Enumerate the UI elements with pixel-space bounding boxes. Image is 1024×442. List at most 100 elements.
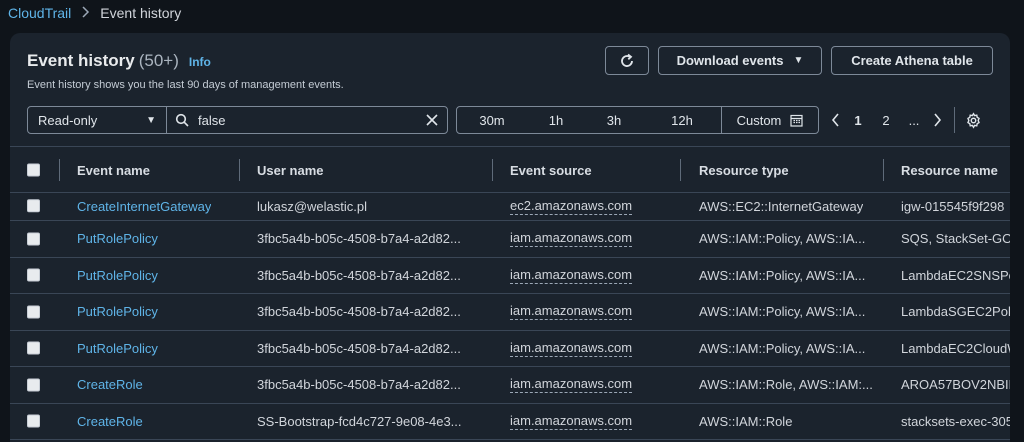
event-source-cell[interactable]: iam.amazonaws.com bbox=[510, 340, 633, 357]
event-count: (50+) bbox=[138, 51, 179, 70]
time-range-1h[interactable]: 1h bbox=[527, 107, 585, 133]
events-table: Event name User name Event source Resour… bbox=[10, 146, 1010, 440]
user-name-cell: 3fbc5a4b-b05c-4508-b7a4-a2d82... bbox=[257, 267, 461, 283]
row-checkbox[interactable] bbox=[27, 378, 40, 392]
create-athena-table-button[interactable]: Create Athena table bbox=[831, 46, 993, 75]
resource-type-cell: AWS::IAM::Policy, AWS::IA... bbox=[699, 304, 866, 320]
time-range-3h[interactable]: 3h bbox=[585, 107, 643, 133]
breadcrumb: CloudTrail Event history bbox=[8, 3, 181, 23]
column-divider bbox=[59, 159, 60, 181]
table-row: CreateInternetGateway lukasz@welastic.pl… bbox=[10, 193, 1010, 221]
column-resource-name[interactable]: Resource name bbox=[901, 147, 998, 193]
event-name-link[interactable]: CreateInternetGateway bbox=[77, 193, 211, 220]
time-range-selector: 30m 1h 3h 12h Custom bbox=[456, 106, 819, 134]
event-source-cell[interactable]: iam.amazonaws.com bbox=[510, 303, 633, 321]
table-row: PutRolePolicy 3fbc5a4b-b05c-4508-b7a4-a2… bbox=[10, 294, 1010, 331]
pager-divider bbox=[954, 107, 955, 133]
row-checkbox[interactable] bbox=[27, 198, 40, 212]
event-source-cell[interactable]: iam.amazonaws.com bbox=[510, 376, 633, 394]
refresh-button[interactable] bbox=[605, 46, 649, 75]
chevron-right-icon[interactable] bbox=[928, 111, 946, 129]
user-name-cell: SS-Bootstrap-fcd4c727-9e08-4e3... bbox=[257, 413, 462, 429]
event-name-link[interactable]: PutRolePolicy bbox=[77, 221, 158, 257]
column-resource-type[interactable]: Resource type bbox=[699, 147, 789, 193]
lookup-attribute-select[interactable]: Read-only ▼ bbox=[27, 106, 167, 134]
time-range-custom[interactable]: Custom bbox=[721, 107, 818, 133]
event-name-link[interactable]: PutRolePolicy bbox=[77, 331, 158, 367]
resource-name-cell: igw-015545f9f298 bbox=[901, 199, 1005, 214]
column-event-name[interactable]: Event name bbox=[77, 147, 150, 193]
column-divider bbox=[883, 159, 884, 181]
row-checkbox[interactable] bbox=[27, 341, 40, 355]
settings-gear-icon[interactable] bbox=[965, 111, 982, 129]
event-name-link[interactable]: PutRolePolicy bbox=[77, 258, 158, 294]
select-all-checkbox[interactable] bbox=[27, 163, 40, 176]
event-source-cell[interactable]: iam.amazonaws.com bbox=[510, 230, 633, 248]
close-icon[interactable] bbox=[425, 113, 439, 127]
page-2[interactable]: 2 bbox=[872, 113, 900, 128]
user-name-cell: 3fbc5a4b-b05c-4508-b7a4-a2d82... bbox=[257, 231, 461, 247]
page-title: Event history bbox=[27, 51, 135, 70]
resource-type-cell: AWS::IAM::Role bbox=[699, 413, 793, 429]
calendar-icon bbox=[790, 114, 803, 127]
search-value: false bbox=[198, 112, 226, 128]
column-divider bbox=[492, 159, 493, 181]
column-divider bbox=[680, 159, 681, 181]
event-history-panel: Event history (50+) Info Event history s… bbox=[10, 33, 1010, 442]
pagination: 1 2 ... bbox=[826, 106, 982, 134]
event-source-cell[interactable]: iam.amazonaws.com bbox=[510, 413, 633, 430]
event-name-link[interactable]: CreateRole bbox=[77, 404, 143, 440]
resource-name-cell: LambdaEC2CloudW bbox=[901, 340, 1010, 356]
resource-type-cell: AWS::IAM::Policy, AWS::IA... bbox=[699, 340, 866, 356]
resource-type-cell: AWS::IAM::Policy, AWS::IA... bbox=[699, 267, 866, 283]
table-row: PutRolePolicy 3fbc5a4b-b05c-4508-b7a4-a2… bbox=[10, 258, 1010, 294]
search-icon bbox=[175, 113, 189, 127]
row-checkbox[interactable] bbox=[27, 305, 40, 319]
table-row: PutRolePolicy 3fbc5a4b-b05c-4508-b7a4-a2… bbox=[10, 331, 1010, 367]
column-user-name[interactable]: User name bbox=[257, 147, 323, 193]
page-description: Event history shows you the last 90 days… bbox=[27, 79, 344, 91]
caret-down-icon: ▼ bbox=[146, 114, 156, 126]
download-events-label: Download events bbox=[676, 53, 784, 68]
breadcrumb-cloudtrail-link[interactable]: CloudTrail bbox=[8, 5, 71, 21]
breadcrumb-current: Event history bbox=[100, 5, 182, 21]
resource-type-cell: AWS::EC2::InternetGateway bbox=[699, 199, 864, 214]
time-range-12h[interactable]: 12h bbox=[643, 107, 721, 133]
time-range-30m[interactable]: 30m bbox=[457, 107, 527, 133]
user-name-cell: 3fbc5a4b-b05c-4508-b7a4-a2d82... bbox=[257, 377, 461, 393]
event-source-cell[interactable]: iam.amazonaws.com bbox=[510, 267, 633, 284]
resource-name-cell: SQS, StackSet-GOV bbox=[901, 231, 1010, 247]
row-checkbox[interactable] bbox=[27, 268, 40, 282]
resource-name-cell: LambdaSGEC2Polic bbox=[901, 304, 1010, 320]
table-row: PutRolePolicy 3fbc5a4b-b05c-4508-b7a4-a2… bbox=[10, 221, 1010, 258]
column-event-source[interactable]: Event source bbox=[510, 147, 592, 193]
lookup-attribute-value: Read-only bbox=[38, 112, 98, 128]
event-name-link[interactable]: CreateRole bbox=[77, 367, 143, 403]
search-input[interactable]: false bbox=[166, 106, 448, 134]
resource-name-cell: LambdaEC2SNSPol bbox=[901, 267, 1010, 283]
refresh-icon bbox=[621, 53, 633, 67]
resource-type-cell: AWS::IAM::Policy, AWS::IA... bbox=[699, 231, 866, 247]
table-row: CreateRole 3fbc5a4b-b05c-4508-b7a4-a2d82… bbox=[10, 367, 1010, 404]
time-range-custom-label: Custom bbox=[736, 112, 782, 128]
table-header: Event name User name Event source Resour… bbox=[10, 146, 1010, 193]
page-ellipsis: ... bbox=[908, 112, 920, 128]
row-checkbox[interactable] bbox=[27, 414, 40, 428]
resource-name-cell: stacksets-exec-305 bbox=[901, 413, 1010, 429]
event-name-link[interactable]: PutRolePolicy bbox=[77, 294, 158, 330]
row-checkbox[interactable] bbox=[27, 232, 40, 246]
chevron-left-icon[interactable] bbox=[826, 111, 844, 129]
event-source-cell[interactable]: ec2.amazonaws.com bbox=[510, 198, 633, 215]
download-events-button[interactable]: Download events ▼ bbox=[658, 46, 822, 75]
user-name-cell: 3fbc5a4b-b05c-4508-b7a4-a2d82... bbox=[257, 340, 461, 356]
table-row: CreateRole SS-Bootstrap-fcd4c727-9e08-4e… bbox=[10, 404, 1010, 440]
resource-type-cell: AWS::IAM::Role, AWS::IAM:... bbox=[699, 377, 873, 393]
user-name-cell: lukasz@welastic.pl bbox=[257, 199, 368, 214]
header: Event history (50+) Info bbox=[27, 51, 211, 71]
chevron-right-icon bbox=[81, 5, 90, 21]
caret-down-icon: ▼ bbox=[793, 55, 804, 66]
info-link[interactable]: Info bbox=[189, 55, 211, 69]
resource-name-cell: AROA57BOV2NBIR bbox=[901, 377, 1010, 393]
page-1[interactable]: 1 bbox=[844, 113, 872, 128]
column-divider bbox=[239, 159, 240, 181]
